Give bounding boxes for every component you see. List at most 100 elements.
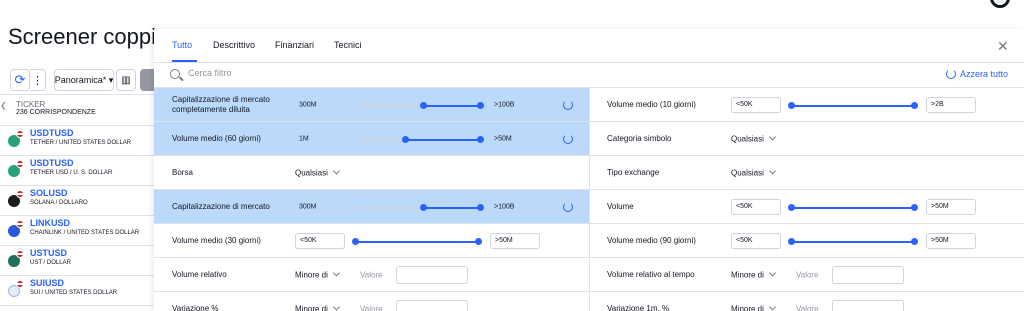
us-flag-icon — [16, 250, 24, 258]
select-value: Qualsiasi — [731, 168, 764, 177]
filter-row: Volume medio (60 giorni) 1M >50M — [154, 122, 589, 156]
filters-dialog: Tutto Descrittivo Finanziari Tecnici ✕ A… — [154, 29, 1024, 311]
reset-icon[interactable] — [563, 201, 573, 212]
user-avatar-icon[interactable] — [990, 0, 1010, 8]
reset-icon[interactable] — [563, 133, 573, 144]
filter-label: Volume — [607, 201, 634, 211]
us-flag-icon — [16, 130, 24, 138]
filter-label: Variazione % — [172, 303, 219, 311]
reset-icon — [945, 69, 956, 79]
ticker-column-header[interactable]: ❮ TICKER 236 CORRISPONDENZE — [0, 96, 160, 126]
operator-value: Minore di — [295, 304, 328, 311]
filter-select[interactable]: Qualsiasi — [295, 166, 340, 177]
operator-select[interactable]: Minore di — [731, 268, 776, 279]
ticker-row[interactable]: USTUSD UST / DOLLAR — [0, 246, 160, 276]
collapse-icon[interactable]: ❮ — [0, 101, 7, 110]
slider-max-handle[interactable] — [911, 101, 918, 109]
filter-label: Volume medio (60 giorni) — [172, 133, 261, 143]
range-min-input[interactable]: <50K — [731, 198, 781, 215]
slider-max-handle[interactable] — [911, 203, 918, 211]
slider-min-handle[interactable] — [788, 101, 795, 109]
view-select-button[interactable]: Panoramica* ▾ — [54, 69, 114, 91]
slider-min-handle[interactable] — [352, 237, 359, 245]
range-min-input[interactable]: <50K — [731, 232, 781, 249]
ticker-symbol[interactable]: USDTUSD — [30, 158, 74, 168]
slider-max-handle[interactable] — [911, 237, 918, 245]
range-max-input[interactable]: >50M — [926, 232, 976, 249]
chevron-down-icon — [768, 302, 776, 311]
slider-min-handle[interactable] — [420, 203, 428, 211]
tab-tutto[interactable]: Tutto — [172, 40, 192, 50]
reset-all-button[interactable]: Azzera tutto — [945, 69, 1008, 79]
range-max-value: >100B — [494, 101, 515, 108]
columns-button[interactable]: ▥ — [116, 69, 136, 91]
value-input[interactable] — [396, 299, 468, 311]
slider-min-handle[interactable] — [420, 101, 428, 109]
ticker-row[interactable]: SOLUSD SOLANA / DOLLARO — [0, 186, 160, 216]
range-max-input[interactable]: >50M — [926, 198, 976, 215]
column-divider — [589, 88, 590, 311]
ticker-symbol[interactable]: SOLUSD — [30, 188, 68, 198]
chevron-down-icon — [332, 166, 340, 175]
filter-label: Volume medio (90 giorni) — [607, 235, 696, 245]
filter-label: Capitalizzazione di mercato — [172, 201, 270, 211]
reset-icon[interactable] — [563, 99, 573, 110]
range-max-value: >50M — [494, 135, 512, 142]
search-icon — [170, 69, 180, 79]
operator-select[interactable]: Minore di — [731, 302, 776, 311]
value-input[interactable] — [832, 299, 904, 311]
slider-max-handle[interactable] — [477, 203, 485, 211]
operator-select[interactable]: Minore di — [295, 268, 340, 279]
filter-label: Borsa — [172, 167, 193, 177]
filter-label: Tipo exchange — [607, 167, 660, 177]
close-icon[interactable]: ✕ — [997, 38, 1009, 55]
slider-min-handle[interactable] — [788, 203, 795, 211]
ticker-description: TETHER USD / U. S. DOLLAR — [30, 170, 113, 176]
ticker-row[interactable]: USDTUSD TETHER / UNITED STATES DOLLAR — [0, 126, 160, 156]
operator-select[interactable]: Minore di — [295, 302, 340, 311]
filter-search-input[interactable] — [188, 68, 488, 78]
slider-fill — [405, 138, 481, 141]
tab-descrittivo[interactable]: Descrittivo — [213, 40, 255, 50]
chevron-down-icon — [332, 268, 340, 277]
match-count: 236 CORRISPONDENZE — [16, 109, 96, 116]
screener-page: Screener coppie c ⟳ ⋮ Panoramica* ▾ ▥ ❮ … — [0, 0, 1024, 311]
ticker-row[interactable]: USDTUSD TETHER USD / U. S. DOLLAR — [0, 156, 160, 186]
value-placeholder: Valore — [360, 304, 383, 311]
range-min-input[interactable]: <50K — [731, 96, 781, 113]
filter-row: Volume <50K >50M — [590, 190, 1024, 224]
ticker-row[interactable]: SUIUSD SUI / UNITED STATES DOLLAR — [0, 276, 160, 306]
slider-min-handle[interactable] — [788, 237, 795, 245]
operator-value: Minore di — [731, 304, 764, 311]
chevron-down-icon — [768, 268, 776, 277]
slider-max-handle[interactable] — [477, 135, 485, 143]
range-max-input[interactable]: >50M — [490, 232, 540, 249]
slider-max-handle[interactable] — [477, 101, 485, 109]
filter-select[interactable]: Qualsiasi — [731, 132, 776, 143]
slider-max-handle[interactable] — [475, 237, 482, 245]
ticker-symbol[interactable]: LINKUSD — [30, 218, 70, 228]
ticker-symbol[interactable]: SUIUSD — [30, 278, 64, 288]
filter-select[interactable]: Qualsiasi — [731, 166, 776, 177]
value-input[interactable] — [832, 265, 904, 284]
ticker-row[interactable]: LINKUSD CHAINLINK / UNITED STATES DOLLAR — [0, 216, 160, 246]
ticker-description: CHAINLINK / UNITED STATES DOLLAR — [30, 230, 140, 236]
ticker-symbol[interactable]: USTUSD — [30, 248, 67, 258]
filter-row: Volume medio (10 giorni) <50K >2B — [590, 88, 1024, 122]
select-value: Qualsiasi — [731, 134, 764, 143]
more-options-button[interactable]: ⋮ — [30, 69, 46, 91]
value-placeholder: Valore — [796, 270, 819, 279]
value-placeholder: Valore — [360, 270, 383, 279]
operator-value: Minore di — [295, 270, 328, 279]
range-min-input[interactable]: <50K — [295, 232, 345, 249]
tab-finanziari[interactable]: Finanziari — [275, 40, 314, 50]
ticker-symbol[interactable]: USDTUSD — [30, 128, 74, 138]
filter-label: Volume relativo al tempo — [607, 269, 695, 279]
us-flag-icon — [16, 160, 24, 168]
tab-tecnici[interactable]: Tecnici — [334, 40, 362, 50]
range-max-input[interactable]: >2B — [926, 96, 976, 113]
value-input[interactable] — [396, 265, 468, 284]
slider-min-handle[interactable] — [402, 135, 410, 143]
filter-label: Volume medio (10 giorni) — [607, 99, 696, 109]
refresh-button[interactable]: ⟳ — [10, 69, 30, 91]
